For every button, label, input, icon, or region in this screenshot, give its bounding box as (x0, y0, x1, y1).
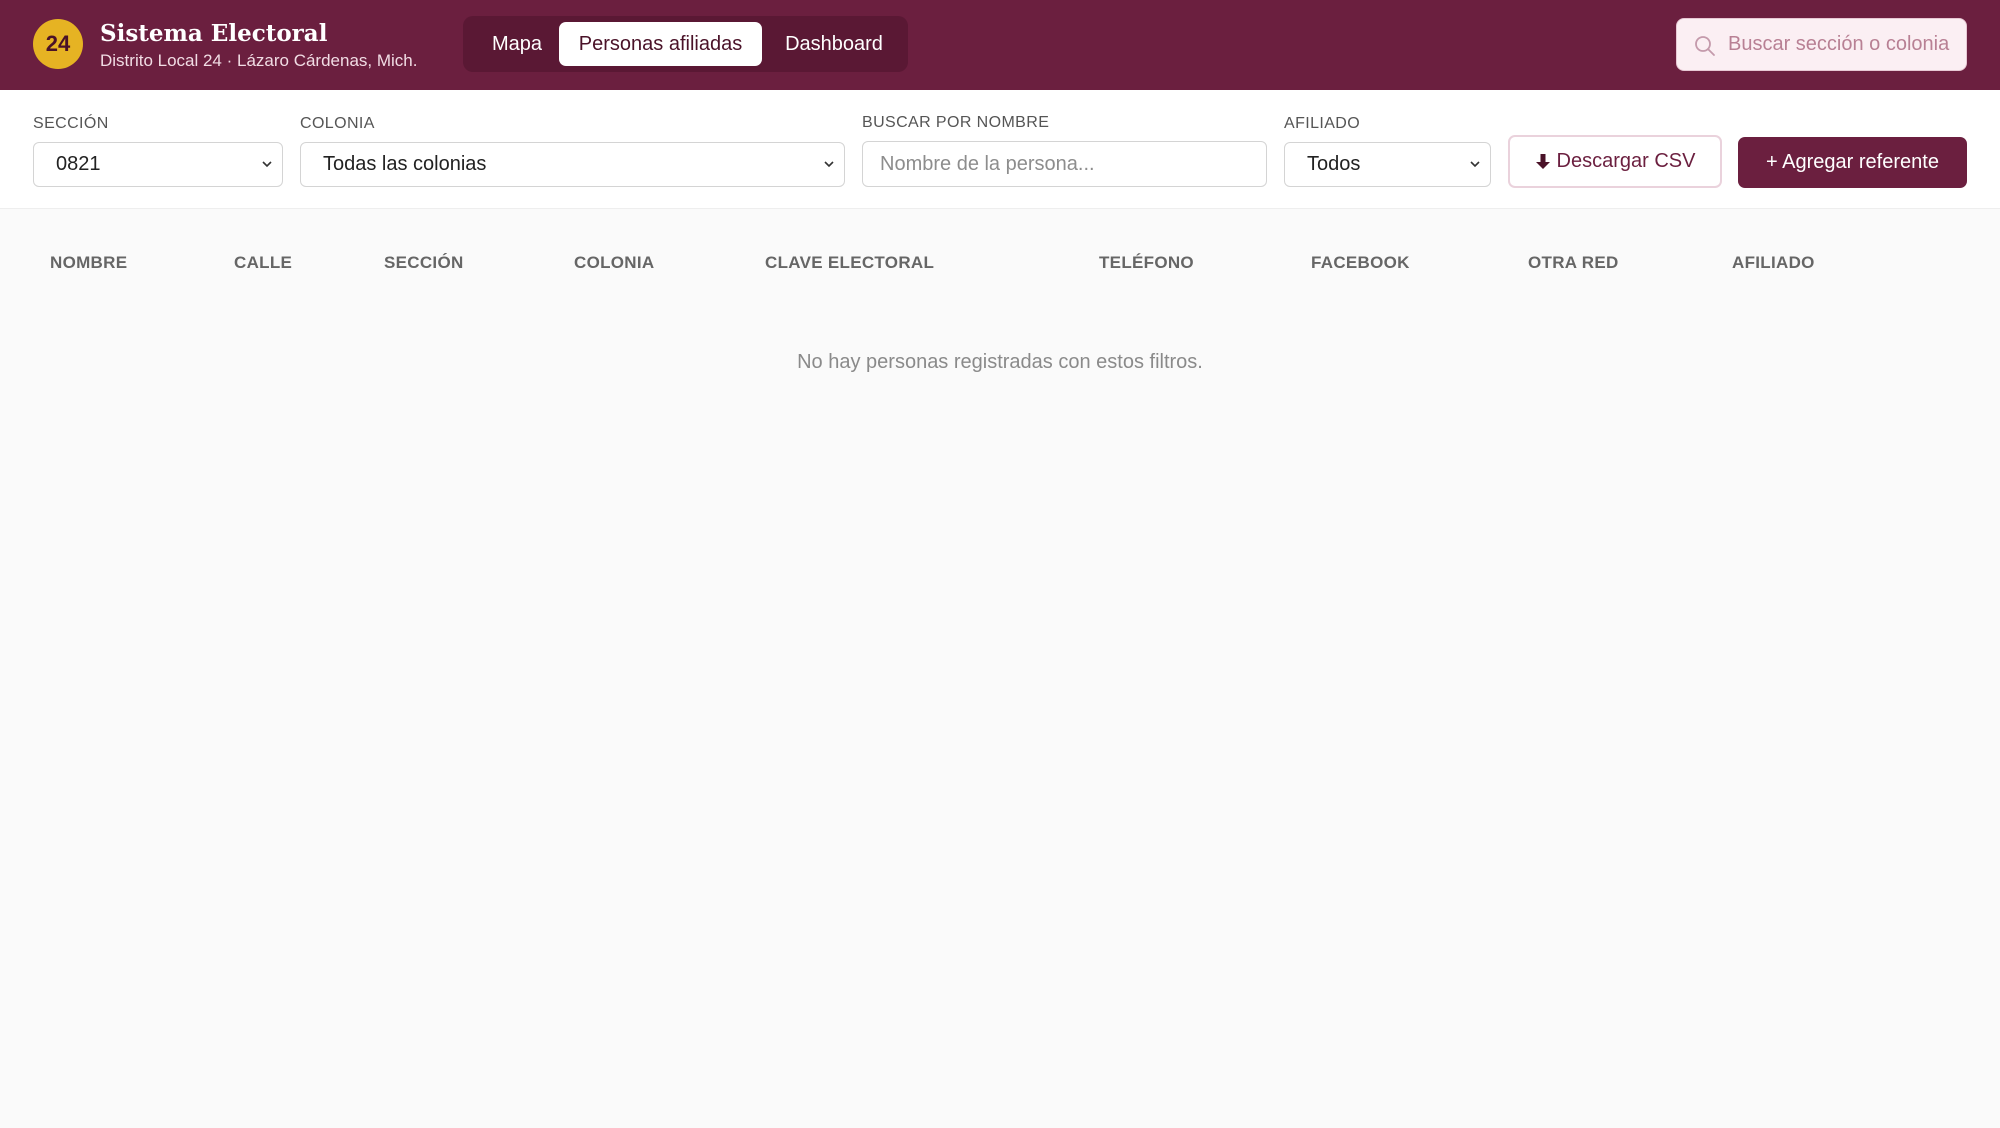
seccion-select-value: 0821 (56, 153, 101, 175)
column-header-telefono[interactable]: TELÉFONO (1099, 253, 1194, 273)
app-subtitle: Distrito Local 24 · Lázaro Cárdenas, Mic… (100, 51, 418, 70)
tab-mapa[interactable]: Mapa (471, 22, 563, 66)
district-logo: 24 (33, 19, 83, 69)
afiliado-label: AFILIADO (1284, 115, 1361, 132)
column-header-colonia[interactable]: COLONIA (574, 253, 654, 273)
afiliado-select-value: Todos (1307, 153, 1361, 175)
column-header-nombre[interactable]: NOMBRE (50, 253, 127, 273)
download-csv-label: Descargar CSV (1556, 150, 1696, 172)
chevron-down-icon (1470, 161, 1480, 168)
search-icon (1695, 36, 1715, 56)
empty-state-message: No hay personas registradas con estos fi… (797, 351, 1203, 373)
global-search-input[interactable] (1728, 19, 1964, 70)
app-title: Sistema Electoral (100, 20, 328, 47)
colonia-select-value: Todas las colonias (323, 153, 487, 175)
column-header-clave-electoral[interactable]: CLAVE ELECTORAL (765, 253, 934, 273)
colonia-select[interactable]: Todas las colonias (300, 142, 845, 187)
main-nav: Mapa Personas afiliadas Dashboard (463, 16, 908, 72)
column-header-calle[interactable]: CALLE (234, 253, 292, 273)
nombre-search-input[interactable] (862, 141, 1267, 187)
column-header-seccion[interactable]: SECCIÓN (384, 253, 464, 273)
download-icon (1535, 153, 1550, 169)
nombre-label: BUSCAR POR NOMBRE (862, 114, 1050, 131)
afiliado-select[interactable]: Todos (1284, 142, 1491, 187)
top-header: 24 Sistema Electoral Distrito Local 24 ·… (0, 0, 2000, 90)
tab-dashboard[interactable]: Dashboard (769, 22, 899, 66)
tab-personas-afiliadas[interactable]: Personas afiliadas (559, 22, 762, 66)
chevron-down-icon (824, 161, 834, 168)
chevron-down-icon (262, 161, 272, 168)
download-csv-button[interactable]: Descargar CSV (1508, 135, 1722, 188)
column-header-afiliado[interactable]: AFILIADO (1732, 253, 1815, 273)
seccion-label: SECCIÓN (33, 115, 109, 132)
colonia-label: COLONIA (300, 115, 375, 132)
seccion-select[interactable]: 0821 (33, 142, 283, 187)
add-referente-button[interactable]: + Agregar referente (1738, 137, 1967, 188)
column-header-facebook[interactable]: FACEBOOK (1311, 253, 1410, 273)
global-search (1676, 18, 1967, 71)
column-header-otra-red[interactable]: OTRA RED (1528, 253, 1619, 273)
